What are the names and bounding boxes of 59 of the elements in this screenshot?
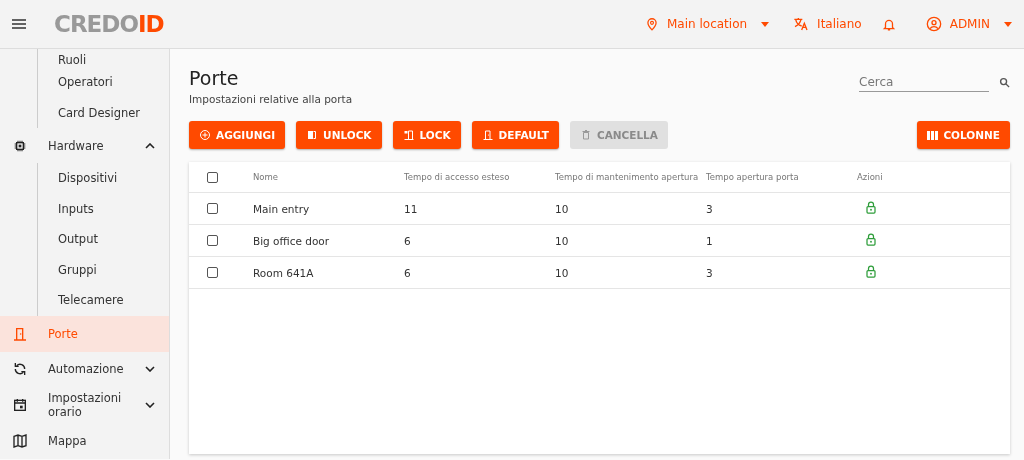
sidebar-item[interactable]: Ruoli: [38, 49, 169, 67]
sidebar-item[interactable]: Dispositivi: [38, 163, 169, 194]
table-cell-text: 10: [555, 266, 570, 279]
lock-icon[interactable]: [865, 265, 877, 278]
caret-icon[interactable]: [761, 21, 770, 27]
table-cell-text: Big office door: [253, 234, 331, 247]
search-icon[interactable]: [999, 77, 1010, 88]
page-title: Porte: [189, 67, 240, 89]
plus-circle-icon: [199, 129, 211, 141]
sidebar-item[interactable]: Mappa: [0, 423, 169, 458]
table-cell-text: 6: [404, 266, 412, 279]
sidebar-item[interactable]: Telecamere: [38, 285, 169, 316]
user-icon: [925, 16, 942, 32]
door-icon: [402, 129, 415, 141]
select-all-checkbox[interactable]: [207, 171, 218, 183]
table-cell-text: 3: [706, 266, 714, 279]
search-field[interactable]: Cerca: [859, 73, 989, 92]
chevron-icon[interactable]: [145, 402, 155, 408]
menu-icon[interactable]: [12, 19, 26, 29]
table-cell-text: Room 641A: [253, 266, 315, 279]
door-icon: [12, 325, 28, 342]
column-header: Tempo di accesso esteso: [404, 172, 511, 182]
translate-icon: [793, 16, 810, 32]
table-cell-text: 11: [404, 202, 419, 215]
chevron-icon[interactable]: [145, 366, 155, 372]
column-header: Azioni: [857, 172, 884, 182]
sidebar-group[interactable]: Automazione: [48, 362, 125, 376]
table-cell-text: 10: [555, 202, 570, 215]
table-cell-text: 6: [404, 234, 412, 247]
sidebar-group[interactable]: Impostazioni orario: [48, 391, 125, 419]
calendar-icon: [12, 397, 28, 413]
columns-icon: [927, 130, 939, 140]
table-cell-text: 1: [706, 234, 714, 247]
row-checkbox[interactable]: [207, 203, 218, 214]
sync-icon: [12, 361, 28, 377]
door-icon: [481, 129, 494, 141]
logo: CREDOID: [54, 11, 164, 37]
lock-icon[interactable]: [865, 233, 877, 246]
map-icon: [12, 432, 28, 449]
row-checkbox[interactable]: [207, 267, 218, 278]
column-header: Nome: [253, 172, 280, 182]
sidebar-item[interactable]: Output: [38, 224, 169, 255]
table-cell-text: Main entry: [253, 202, 311, 215]
column-header: Tempo apertura porta: [706, 172, 800, 182]
caret-icon[interactable]: [1004, 21, 1012, 27]
door-icon: [306, 129, 319, 141]
column-header: Tempo di mantenimento apertura: [555, 172, 700, 182]
table-cell-text: 3: [706, 202, 714, 215]
chevron-icon[interactable]: [145, 142, 155, 149]
sidebar-item[interactable]: Operatori: [38, 67, 169, 98]
page-subtitle: Impostazioni relative alla porta: [189, 93, 353, 105]
table-cell-text: 10: [555, 234, 570, 247]
lock-icon[interactable]: [865, 201, 877, 214]
sidebar-item[interactable]: Gruppi: [38, 254, 169, 285]
sidebar-item[interactable]: Card Designer: [38, 97, 169, 128]
sidebar-group[interactable]: Hardware: [48, 138, 125, 153]
row-checkbox[interactable]: [207, 235, 218, 246]
sidebar-item[interactable]: Inputs: [38, 193, 169, 224]
location-pin-icon: [645, 16, 659, 32]
